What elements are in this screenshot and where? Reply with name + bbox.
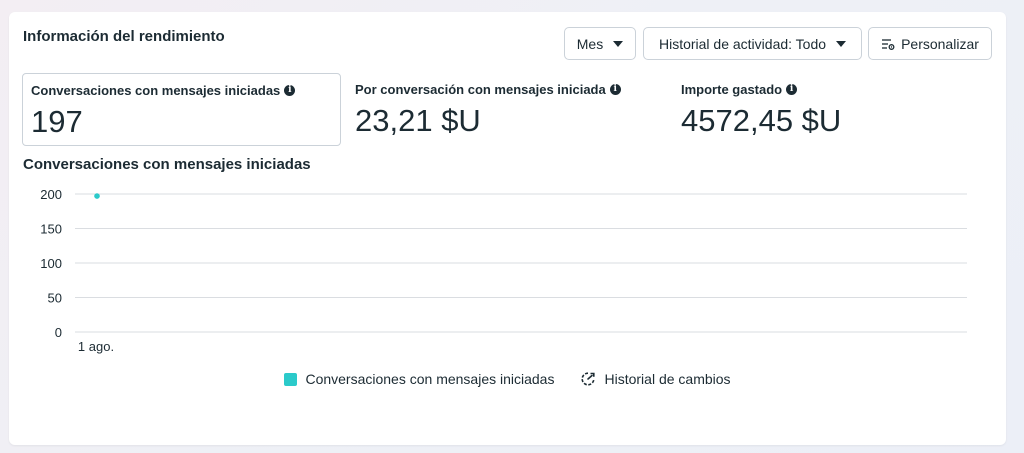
performance-card: Información del rendimiento Mes Historia…	[9, 12, 1006, 445]
customize-button[interactable]: Personalizar	[868, 27, 992, 60]
month-dropdown[interactable]: Mes	[564, 27, 636, 60]
chevron-down-icon	[613, 41, 624, 47]
metric-label: Conversaciones con mensajes iniciadas	[31, 83, 281, 98]
legend-series-label: Conversaciones con mensajes iniciadas	[305, 371, 555, 387]
activity-history-dropdown[interactable]: Historial de actividad: Todo	[643, 27, 862, 60]
line-chart: 0 50 100 150 200 1 ago.	[40, 187, 967, 354]
customize-label: Personalizar	[901, 35, 979, 52]
metric-cost-per-conversation[interactable]: Por conversación con mensajes iniciada i…	[346, 73, 666, 146]
metric-label: Por conversación con mensajes iniciada	[355, 82, 606, 97]
metric-value: 23,21 $U	[355, 103, 481, 138]
info-icon[interactable]: i	[609, 84, 621, 95]
legend-item-series[interactable]: Conversaciones con mensajes iniciadas	[284, 371, 554, 387]
page-title: Información del rendimiento	[23, 28, 225, 45]
legend-item-history[interactable]: Historial de cambios	[580, 371, 731, 387]
y-tick-label: 50	[48, 291, 62, 306]
chevron-down-icon	[836, 41, 847, 47]
y-tick-label: 0	[55, 325, 62, 340]
metric-conversations[interactable]: Conversaciones con mensajes iniciadas i …	[22, 73, 341, 146]
metric-value: 197	[31, 104, 83, 139]
info-icon[interactable]: i	[284, 85, 296, 96]
chart-title: Conversaciones con mensajes iniciadas	[23, 156, 311, 173]
month-dropdown-label: Mes	[576, 35, 604, 52]
x-tick-label: 1 ago.	[78, 339, 114, 354]
info-icon[interactable]: i	[786, 84, 798, 95]
sliders-gear-icon	[882, 38, 895, 50]
metric-label: Importe gastado	[681, 82, 783, 97]
change-history-icon	[581, 372, 596, 386]
metric-amount-spent[interactable]: Importe gastado i 4572,45 $U	[672, 73, 992, 146]
chart-legend: Conversaciones con mensajes iniciadas Hi…	[9, 371, 1006, 387]
y-tick-label: 200	[40, 187, 62, 202]
activity-history-label: Historial de actividad: Todo	[658, 35, 827, 52]
data-point[interactable]	[94, 193, 100, 199]
y-tick-label: 150	[40, 222, 62, 237]
metric-value: 4572,45 $U	[681, 103, 842, 138]
legend-history-label: Historial de cambios	[604, 371, 731, 387]
y-tick-label: 100	[40, 256, 62, 271]
legend-swatch	[284, 372, 298, 386]
